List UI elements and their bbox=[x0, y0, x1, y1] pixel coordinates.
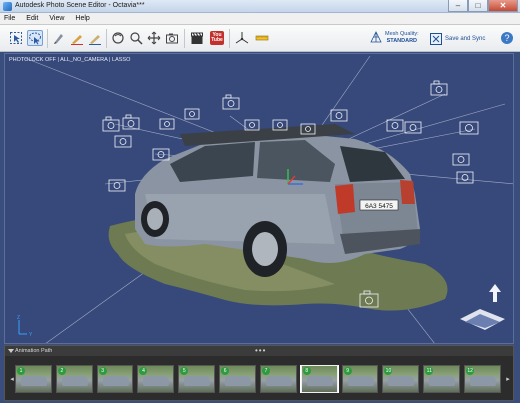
maximize-button[interactable]: □ bbox=[468, 0, 488, 12]
mesh-quality-icon bbox=[370, 31, 382, 43]
animation-path-header[interactable]: Animation Path ••• bbox=[5, 346, 513, 356]
menu-view[interactable]: View bbox=[49, 15, 64, 22]
thumbnail-image bbox=[306, 376, 333, 386]
save-sync-icon bbox=[430, 33, 442, 45]
pan-icon[interactable] bbox=[128, 30, 144, 46]
license-plate: 6A3 5475 bbox=[365, 203, 393, 210]
thumbnail-image bbox=[388, 376, 415, 386]
toolbar: You Tube Mesh Quality: STANDARD Save and … bbox=[0, 25, 520, 52]
save-sync-label: Save and Sync bbox=[445, 36, 486, 42]
animation-path-label: Animation Path bbox=[15, 348, 53, 354]
animation-path-panel: Animation Path ••• ◂ 1 2 3 4 5 6 7 8 9 10 11 12 ▸ bbox=[4, 345, 514, 401]
viewport-status: PHOTOLOCK OFF | ALL_NO_CAMERA | LASSO bbox=[9, 57, 131, 63]
thumbnail-image bbox=[265, 376, 292, 386]
mesh-quality-label: Mesh Quality: bbox=[385, 31, 419, 37]
window-title: Autodesk Photo Scene Editor - Octavia*** bbox=[15, 2, 145, 9]
thumbnail-strip: ◂ 1 2 3 4 5 6 7 8 9 10 11 12 ▸ bbox=[9, 358, 511, 400]
app-icon bbox=[3, 2, 12, 11]
minimize-button[interactable]: – bbox=[448, 0, 468, 12]
thumbnail-number-badge: 11 bbox=[425, 367, 434, 375]
menu-help[interactable]: Help bbox=[75, 15, 89, 22]
thumbnail-number-badge: 7 bbox=[261, 367, 270, 375]
thumbnail-number-badge: 9 bbox=[343, 367, 352, 375]
animation-thumbnail[interactable]: 3 bbox=[96, 365, 134, 393]
axis-icon[interactable] bbox=[234, 30, 250, 46]
title-bar: Autodesk Photo Scene Editor - Octavia***… bbox=[0, 0, 520, 13]
measure-icon[interactable] bbox=[254, 30, 270, 46]
thumbnail-image bbox=[184, 376, 211, 386]
menu-bar: File Edit View Help bbox=[0, 13, 520, 25]
menu-file[interactable]: File bbox=[4, 15, 15, 22]
youtube-label-bottom: Tube bbox=[211, 37, 223, 43]
svg-text:Z: Z bbox=[17, 315, 20, 321]
help-icon[interactable]: ? bbox=[500, 31, 514, 45]
animation-thumbnail[interactable]: 5 bbox=[178, 365, 216, 393]
animation-thumbnail[interactable]: 6 bbox=[219, 365, 256, 393]
save-sync-button[interactable]: Save and Sync bbox=[430, 33, 485, 45]
thumbnail-number-badge: 3 bbox=[98, 367, 107, 375]
thumbnail-image bbox=[143, 376, 170, 386]
close-button[interactable]: ✕ bbox=[488, 0, 518, 12]
thumbnail-image bbox=[470, 376, 497, 386]
thumbnail-number-badge: 5 bbox=[180, 367, 189, 375]
animation-thumbnail[interactable]: 8 bbox=[299, 365, 339, 393]
thumbnail-number-badge: 6 bbox=[221, 367, 230, 375]
thumbnail-image bbox=[429, 376, 456, 386]
svg-text:Y: Y bbox=[29, 332, 33, 338]
pen-icon[interactable] bbox=[51, 30, 67, 46]
thumbnail-image bbox=[21, 376, 47, 386]
thumbnail-number-badge: 1 bbox=[17, 367, 25, 375]
thumbnail-number-badge: 10 bbox=[384, 367, 393, 375]
mesh-quality-value: STANDARD bbox=[386, 38, 418, 44]
thumbnail-number-badge: 8 bbox=[302, 367, 311, 375]
animation-thumbnail[interactable]: 9 bbox=[341, 365, 379, 393]
thumbnail-image bbox=[102, 376, 129, 386]
svg-text:?: ? bbox=[504, 33, 509, 43]
panel-resize-handle[interactable]: ••• bbox=[255, 346, 266, 355]
animation-thumbnail[interactable]: 2 bbox=[55, 365, 93, 393]
thumbnail-number-badge: 12 bbox=[466, 367, 475, 375]
zoom-icon[interactable] bbox=[146, 30, 162, 46]
menu-edit[interactable]: Edit bbox=[26, 15, 38, 22]
photo-scene-render[interactable]: 6A3 5475 Z Y bbox=[5, 54, 514, 344]
animation-thumbnail[interactable]: 12 bbox=[464, 365, 501, 393]
3d-viewport[interactable]: 6A3 5475 Z Y PHOTOLOCK OFF | ALL_NO_CAME… bbox=[4, 53, 514, 344]
animation-thumbnail[interactable]: 1 bbox=[15, 365, 52, 393]
orbit-icon[interactable] bbox=[110, 30, 126, 46]
camera-icon[interactable] bbox=[164, 30, 180, 46]
animation-thumbnail[interactable]: 7 bbox=[259, 365, 297, 393]
axis-indicator: Z Y bbox=[17, 315, 33, 338]
youtube-icon[interactable]: You Tube bbox=[209, 30, 225, 46]
mesh-quality-control[interactable]: Mesh Quality: STANDARD bbox=[370, 31, 419, 45]
thumbnail-image bbox=[347, 376, 374, 386]
thumbnail-image bbox=[225, 376, 252, 386]
clapper-icon[interactable] bbox=[189, 30, 205, 46]
animation-thumbnail[interactable]: 11 bbox=[423, 365, 461, 393]
animation-thumbnail[interactable]: 10 bbox=[382, 365, 420, 393]
thumbnail-number-badge: 2 bbox=[57, 367, 66, 375]
pencil-icon[interactable] bbox=[69, 30, 85, 46]
brush-icon[interactable] bbox=[87, 30, 103, 46]
collapse-icon[interactable] bbox=[8, 349, 14, 353]
lasso-select-icon[interactable] bbox=[27, 30, 43, 46]
thumbnail-image bbox=[61, 376, 88, 386]
app-window: Autodesk Photo Scene Editor - Octavia***… bbox=[0, 0, 520, 403]
animation-thumbnail[interactable]: 4 bbox=[137, 365, 175, 393]
view-navigation-widget[interactable] bbox=[460, 284, 505, 330]
thumbnail-number-badge: 4 bbox=[139, 367, 148, 375]
select-icon[interactable] bbox=[8, 30, 24, 46]
scroll-right-icon[interactable]: ▸ bbox=[505, 362, 511, 396]
